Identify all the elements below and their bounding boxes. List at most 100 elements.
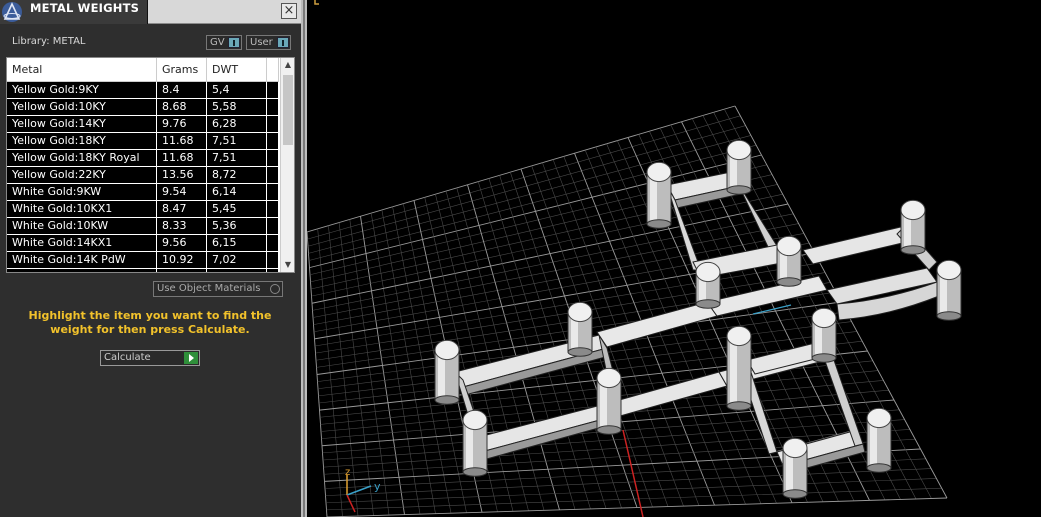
table-scrollbar[interactable]: ▲ ▼ (280, 58, 294, 272)
calculate-label: Calculate (104, 352, 151, 363)
viewport-canvas: z y (307, 105, 962, 517)
table-row[interactable]: White Gold:14K PdW 10.92 7,02 (7, 252, 279, 269)
table-row[interactable]: White Gold:14KW9.475,47 (7, 269, 279, 272)
table-row[interactable]: Yellow Gold:18KY 11.68 7,51 (7, 133, 279, 150)
close-icon: × (283, 3, 295, 18)
cylinder-post (596, 367, 622, 435)
play-arrow-icon (184, 352, 198, 364)
cell-grams: 9.54 (157, 184, 207, 200)
user-toggle[interactable]: User (246, 35, 291, 50)
cylinder-post (646, 161, 672, 229)
cell-metal: Yellow Gold:18KY (7, 133, 157, 149)
cell-dwt: 6,14 (207, 184, 267, 200)
cell-dwt: 8,72 (207, 167, 267, 183)
cell-metal: Yellow Gold:10KY (7, 99, 157, 115)
cell-metal: White Gold:10KW (7, 218, 157, 234)
cylinder-post (726, 325, 752, 411)
close-button[interactable]: × (281, 3, 297, 19)
cell-grams: 13.56 (157, 167, 207, 183)
column-header-metal[interactable]: Metal (7, 58, 157, 82)
scrollbar-thumb[interactable] (283, 75, 293, 145)
cylinder-post (936, 259, 962, 321)
cell-grams: 11.68 (157, 150, 207, 166)
table-row[interactable]: White Gold:10KW 8.33 5,36 (7, 218, 279, 235)
cell-dwt: 7,02 (207, 252, 267, 268)
grid-line (324, 458, 926, 489)
column-header-grams[interactable]: Grams (157, 58, 207, 82)
cell-metal: White Gold:14K PdW (7, 252, 157, 268)
cell-spacer (267, 235, 279, 251)
column-header-dwt[interactable]: DWT (207, 58, 267, 82)
cell-dwt: 6,28 (207, 116, 267, 132)
table-row[interactable]: White Gold:9KW 9.54 6,14 (7, 184, 279, 201)
instruction-text: Highlight the item you want to find the … (28, 309, 272, 336)
cell-spacer (267, 150, 279, 166)
gv-toggle-label: GV (210, 37, 225, 48)
table-row[interactable]: White Gold:10KX1 8.47 5,45 (7, 201, 279, 218)
table-row[interactable]: Yellow Gold:22KY 13.56 8,72 (7, 167, 279, 184)
cell-dwt: 5,45 (207, 201, 267, 217)
cell-dwt: 5,4 (207, 82, 267, 98)
table-row[interactable]: Yellow Gold:18KY Royal 11.68 7,51 (7, 150, 279, 167)
cell-metal: Yellow Gold:9KY (7, 82, 157, 98)
cylinder-post (726, 139, 752, 195)
cell-spacer (267, 167, 279, 183)
use-object-materials-checkbox[interactable]: Use Object Materials (153, 281, 283, 297)
cell-metal: White Gold:10KX1 (7, 201, 157, 217)
cell-spacer (267, 218, 279, 234)
cell-metal: White Gold:14KW (7, 269, 157, 272)
cell-grams: 8.33 (157, 218, 207, 234)
metal-table: Metal Grams DWT Yellow Gold:9KY 8.4 5,4 Yel… (6, 57, 295, 273)
cell-spacer (267, 99, 279, 115)
table-row[interactable]: Yellow Gold:14KY 9.76 6,28 (7, 116, 279, 133)
table-row[interactable]: White Gold:14KX1 9.56 6,15 (7, 235, 279, 252)
gv-toggle[interactable]: GV (206, 35, 242, 50)
user-toggle-label: User (250, 37, 273, 48)
cell-dwt: 7,51 (207, 150, 267, 166)
cell-spacer (267, 184, 279, 200)
cell-grams: 9.76 (157, 116, 207, 132)
table-header: Metal Grams DWT (7, 58, 279, 82)
cell-metal: Yellow Gold:14KY (7, 116, 157, 132)
viewport-corner-icon[interactable] (307, 0, 323, 6)
table-row[interactable]: Yellow Gold:9KY 8.4 5,4 (7, 82, 279, 99)
app-root: METAL WEIGHTS × Library: METAL GV User M… (0, 0, 1041, 517)
cell-dwt: 5,47 (207, 269, 267, 272)
column-header-spacer (267, 58, 279, 82)
use-object-materials-label: Use Object Materials (157, 283, 261, 294)
cell-grams: 8.68 (157, 99, 207, 115)
grid-line (326, 497, 948, 517)
cell-spacer (267, 269, 279, 272)
cell-grams: 11.68 (157, 133, 207, 149)
cross-model (454, 171, 940, 475)
cell-spacer (267, 116, 279, 132)
cylinder-post (434, 339, 460, 405)
cell-spacer (267, 133, 279, 149)
cell-metal: White Gold:9KW (7, 184, 157, 200)
panel-titlebar[interactable]: METAL WEIGHTS × (0, 0, 301, 24)
cell-grams: 8.4 (157, 82, 207, 98)
cell-dwt: 5,36 (207, 218, 267, 234)
cell-dwt: 5,58 (207, 99, 267, 115)
cylinder-post (695, 261, 721, 309)
toggle-switch-icon (228, 37, 240, 48)
cylinder-post (900, 199, 926, 255)
calculate-button[interactable]: Calculate (100, 350, 200, 366)
cylinder-post (782, 437, 808, 499)
cell-spacer (267, 201, 279, 217)
cell-dwt: 6,15 (207, 235, 267, 251)
scroll-down-icon[interactable]: ▼ (281, 258, 294, 272)
cell-grams: 8.47 (157, 201, 207, 217)
axis-gizmo: z y (345, 467, 381, 513)
scroll-up-icon[interactable]: ▲ (281, 58, 294, 72)
3d-viewport[interactable]: z y (307, 0, 1041, 517)
panel-title: METAL WEIGHTS (30, 1, 140, 15)
axis-y-label: y (374, 480, 381, 493)
toggle-switch-icon (277, 37, 289, 48)
cylinder-post (866, 407, 892, 473)
cell-dwt: 7,51 (207, 133, 267, 149)
cell-metal: Yellow Gold:18KY Royal (7, 150, 157, 166)
cell-grams: 10.92 (157, 252, 207, 268)
table-row[interactable]: Yellow Gold:10KY 8.68 5,58 (7, 99, 279, 116)
cylinder-post (811, 307, 837, 363)
